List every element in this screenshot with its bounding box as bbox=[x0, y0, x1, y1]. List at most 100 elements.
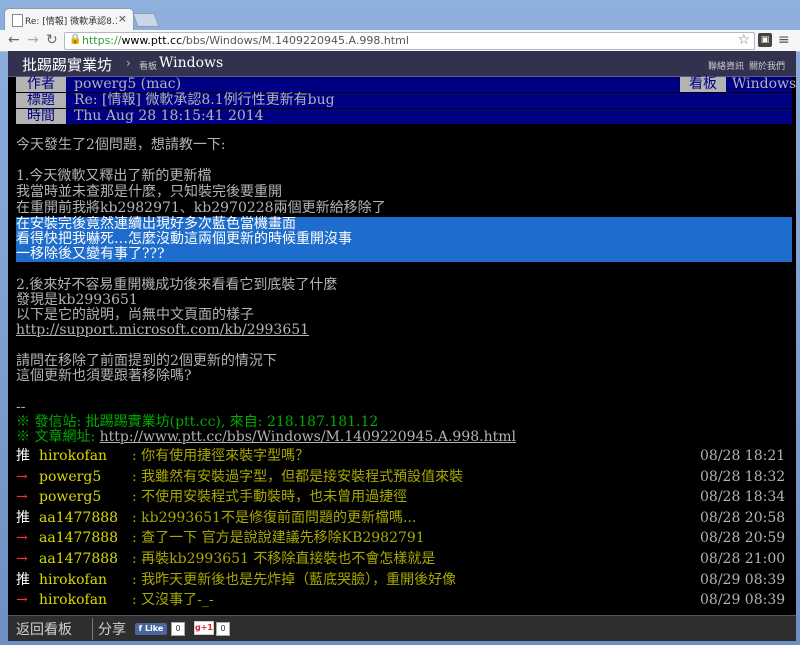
article-url-row: ※ 文章網址: http://www.ptt.cc/bbs/Windows/M.… bbox=[16, 430, 516, 445]
push-content: : 你有使用捷徑來裝字型嗎？ bbox=[132, 448, 310, 464]
push-row: → aa1477888 : 再裝kb2993651 不移除直接裝也不會怎樣就是 08/… bbox=[8, 549, 796, 569]
push-tag: → bbox=[16, 530, 28, 547]
browser-window: Re: [情報] 微軟承認8.1例 × ← → ↻ 🔒 https://www.… bbox=[0, 0, 800, 645]
menu-icon[interactable]: ≡ bbox=[778, 33, 790, 47]
share-label: 分享 bbox=[98, 622, 126, 638]
selected-line: 一移除後又變有事了??? bbox=[16, 247, 792, 262]
push-time: 08/28 18:32 bbox=[700, 468, 786, 485]
push-user: hirokofan bbox=[39, 448, 108, 464]
chevron-right-icon: › bbox=[126, 56, 131, 70]
push-row: 推 hirokofan : 我昨天更新後也是先炸掉（藍底哭臉），重開後好像 08/29… bbox=[8, 570, 796, 590]
push-tag: 推 bbox=[16, 509, 30, 526]
body-line: 2.後來好不容易重開機成功後來看看它到底裝了什麼 bbox=[16, 277, 338, 293]
author-value: powerg5 (mac) bbox=[74, 76, 182, 92]
forward-arrow-icon[interactable]: → bbox=[27, 32, 39, 48]
back-arrow-icon[interactable]: ← bbox=[8, 32, 20, 48]
about-link[interactable]: 關於我們 bbox=[749, 59, 785, 72]
article-url-label: ※ 文章網址: bbox=[16, 429, 100, 445]
body-line: 今天發生了2個問題，想請教一下: bbox=[16, 137, 226, 153]
push-content: : 又沒事了-_- bbox=[132, 592, 214, 609]
push-time: 08/29 08:39 bbox=[700, 592, 786, 609]
push-time: 08/28 20:58 bbox=[700, 509, 786, 526]
meta-tag: 時間 bbox=[16, 109, 66, 124]
push-content: : 查了一下 官方是說說建議先移除KB2982791 bbox=[132, 530, 425, 547]
origin-line: ※ 發信站: 批踢踢實業坊(ptt.cc), 來自: 218.187.181.1… bbox=[16, 414, 379, 430]
tab-strip: Re: [情報] 微軟承認8.1例 × bbox=[0, 0, 800, 31]
meta-author-row: 作者 powerg5 (mac) 看板 Windows bbox=[16, 76, 796, 92]
push-user: powerg5 bbox=[39, 489, 102, 506]
lock-icon: 🔒 bbox=[69, 34, 82, 45]
push-time: 08/28 18:34 bbox=[700, 489, 786, 506]
meta-title-row: 標題 Re: [情報] 微軟承認8.1例行性更新有bug bbox=[16, 93, 792, 108]
extension-icon[interactable]: ▣ bbox=[758, 33, 772, 47]
push-tag: 推 bbox=[16, 448, 30, 464]
push-tag: 推 bbox=[16, 571, 30, 588]
push-tag: → bbox=[16, 468, 28, 485]
push-time: 08/28 20:59 bbox=[700, 530, 786, 547]
selected-line: 在安裝完後竟然連續出現好多次藍色當機畫面 bbox=[16, 217, 792, 232]
push-content: : kb2993651不是修復前面問題的更新檔嗎... bbox=[132, 509, 417, 526]
signature-divider: -- bbox=[16, 399, 26, 415]
push-tag: → bbox=[16, 551, 28, 567]
facebook-like-button[interactable]: f Like bbox=[135, 623, 167, 635]
push-row: → powerg5 : 我雖然有安裝過字型，但都是接安裝程式預設值來裝 08/28 1… bbox=[8, 467, 796, 487]
selected-line: 看得快把我嚇死…怎麼沒動這兩個更新的時候重開沒事 bbox=[16, 232, 792, 247]
push-time: 08/29 08:39 bbox=[700, 571, 786, 588]
page-content: 批踢踢實業坊 › 看板 Windows 聯絡資訊 關於我們 作者 powerg5… bbox=[8, 51, 796, 641]
push-row: 推 hirokofan: 你有使用捷徑來裝字型嗎？ 08/28 18:21 bbox=[8, 446, 796, 466]
push-user: powerg5 bbox=[39, 468, 102, 485]
push-row: → powerg5 : 不使用安裝程式手動裝時，也未曾用過捷徑 08/28 18:34 bbox=[8, 487, 796, 507]
contact-link[interactable]: 聯絡資訊 bbox=[708, 59, 744, 72]
push-row: → aa1477888 : 查了一下 官方是說說建議先移除KB2982791 08/2… bbox=[8, 528, 796, 548]
bookmark-star-icon[interactable]: ☆ bbox=[737, 32, 750, 48]
body-line: 發現是kb2993651 bbox=[16, 292, 138, 308]
board-value: Windows bbox=[732, 76, 796, 92]
article-url-link[interactable]: http://www.ptt.cc/bbs/Windows/M.14092209… bbox=[100, 429, 516, 445]
close-icon[interactable]: × bbox=[118, 12, 127, 25]
body-line: 在重開前我將kb2982971、kb2970228兩個更新給移除了 bbox=[16, 200, 386, 216]
meta-tag: 看板 bbox=[680, 77, 726, 92]
bottom-bar: 返回看板 分享 f Like 0 g+1 0 bbox=[8, 615, 796, 641]
meta-tag: 標題 bbox=[16, 93, 66, 108]
body-line: 這個更新也須要跟著移除嗎? bbox=[16, 368, 192, 384]
push-content: : 我雖然有安裝過字型，但都是接安裝程式預設值來裝 bbox=[132, 468, 464, 485]
push-user: aa1477888 bbox=[39, 509, 119, 526]
address-bar[interactable]: 🔒 https://www.ptt.cc/bbs/Windows/M.14092… bbox=[64, 32, 755, 50]
body-line: 1.今天微軟又釋出了新的更新檔 bbox=[16, 168, 212, 184]
body-line: 我當時並未查那是什麼，只知裝完後要重開 bbox=[16, 184, 282, 200]
back-to-board-button[interactable]: 返回看板 bbox=[16, 619, 72, 639]
board-link[interactable]: Windows bbox=[159, 55, 223, 71]
site-header: 批踢踢實業坊 › 看板 Windows 聯絡資訊 關於我們 bbox=[8, 51, 796, 77]
push-user: aa1477888 bbox=[39, 530, 119, 547]
board-label: 看板 bbox=[139, 62, 158, 72]
browser-toolbar: ← → ↻ 🔒 https://www.ptt.cc/bbs/Windows/M… bbox=[0, 30, 800, 52]
support-link[interactable]: http://support.microsoft.com/kb/2993651 bbox=[16, 323, 309, 338]
site-home-link[interactable]: 批踢踢實業坊 bbox=[22, 54, 112, 75]
new-tab-button[interactable] bbox=[132, 13, 160, 27]
push-row: → hirokofan : 又沒事了-_- 08/29 08:39 bbox=[8, 590, 796, 610]
divider bbox=[92, 618, 93, 640]
meta-time-row: 時間 Thu Aug 28 18:15:41 2014 bbox=[16, 109, 792, 124]
time-value: Thu Aug 28 18:15:41 2014 bbox=[74, 108, 264, 124]
browser-tab[interactable]: Re: [情報] 微軟承認8.1例 × bbox=[4, 8, 134, 31]
plus-count: 0 bbox=[216, 622, 230, 636]
title-value: Re: [情報] 微軟承認8.1例行性更新有bug bbox=[74, 92, 335, 108]
body-line: 請問在移除了前面提到的2個更新的情況下 bbox=[16, 353, 277, 369]
push-time: 08/28 21:00 bbox=[700, 551, 786, 567]
push-tag: → bbox=[16, 592, 28, 609]
url-text: https://www.ptt.cc/bbs/Windows/M.1409220… bbox=[82, 34, 409, 47]
page-icon bbox=[12, 14, 23, 27]
meta-tag: 作者 bbox=[16, 77, 66, 92]
push-content: : 再裝kb2993651 不移除直接裝也不會怎樣就是 bbox=[132, 551, 436, 567]
google-plus-button[interactable]: g+1 bbox=[194, 621, 214, 635]
push-content: : 我昨天更新後也是先炸掉（藍底哭臉），重開後好像 bbox=[132, 571, 457, 588]
push-content: : 不使用安裝程式手動裝時，也未曾用過捷徑 bbox=[132, 489, 408, 506]
like-count: 0 bbox=[171, 622, 185, 636]
push-user: aa1477888 bbox=[39, 551, 119, 567]
push-user: hirokofan bbox=[39, 571, 108, 588]
push-tag: → bbox=[16, 489, 28, 506]
push-row: 推 aa1477888 : kb2993651不是修復前面問題的更新檔嗎... 08/… bbox=[8, 508, 796, 528]
reload-icon[interactable]: ↻ bbox=[46, 32, 58, 48]
push-user: hirokofan bbox=[39, 592, 108, 609]
body-line: 以下是它的說明，尚無中文頁面的樣子 bbox=[16, 307, 254, 323]
